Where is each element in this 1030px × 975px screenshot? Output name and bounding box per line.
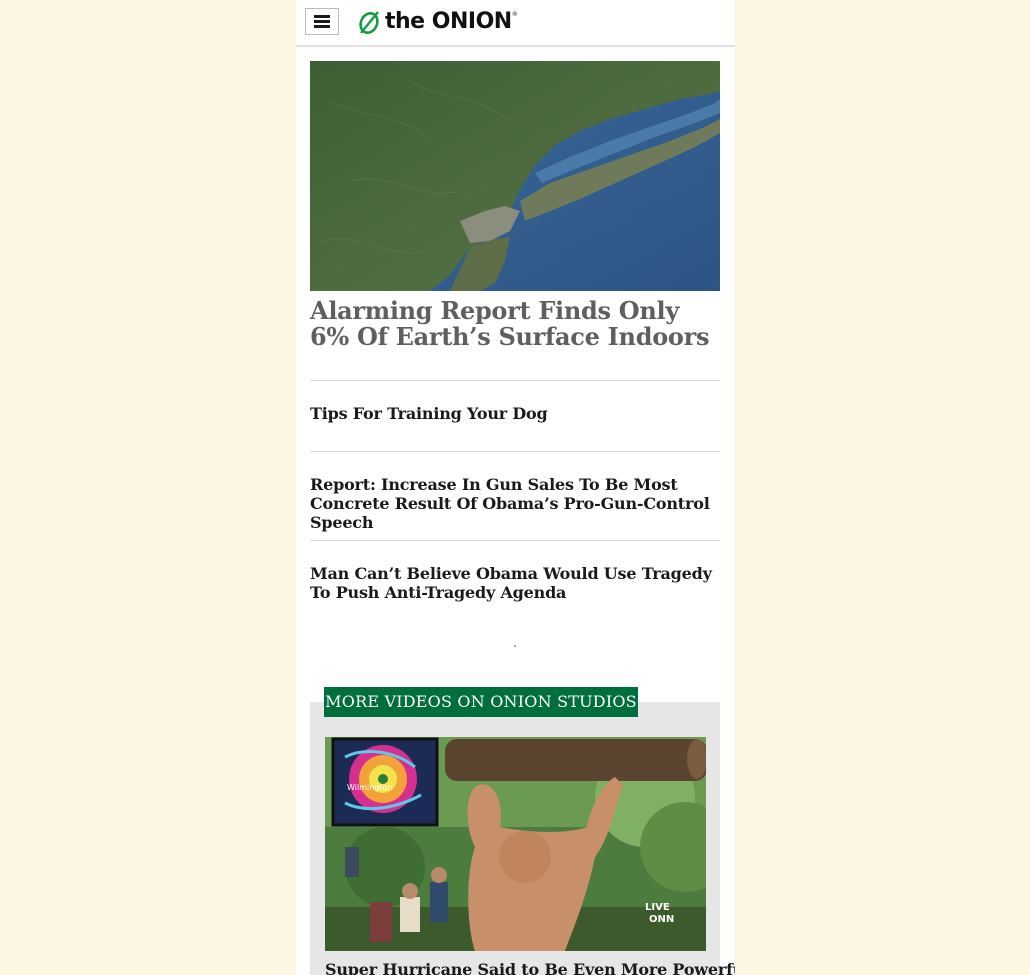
- onn-network-label: ONN: [649, 914, 674, 925]
- menu-button[interactable]: [305, 8, 339, 35]
- story-link[interactable]: Man Can’t Believe Obama Would Use Traged…: [310, 564, 720, 602]
- story-divider: [310, 540, 720, 541]
- onion-leaf-icon: [359, 11, 379, 34]
- the-onion-logo[interactable]: the ONION ®: [358, 7, 518, 37]
- live-label: LIVE: [645, 902, 670, 913]
- inset-city-label: Wilmington: [347, 783, 392, 792]
- story-link[interactable]: Tips For Training Your Dog: [310, 404, 720, 423]
- hamburger-menu-icon-line: [314, 25, 330, 28]
- logo-wordmark: the ONION: [385, 7, 512, 37]
- hero-image[interactable]: [310, 61, 720, 291]
- story-divider: [310, 380, 720, 381]
- loading-dot: [514, 645, 516, 647]
- story-divider: [310, 451, 720, 452]
- video-headline[interactable]: Super Hurricane Said to Be Even More Pow…: [325, 960, 735, 975]
- logo-onion: ONION: [431, 9, 512, 34]
- logo-the: the: [385, 9, 425, 34]
- more-videos-label[interactable]: MORE VIDEOS ON ONION STUDIOS: [324, 687, 638, 717]
- top-bar: the ONION ®: [296, 0, 735, 47]
- hamburger-menu-icon-line: [314, 20, 330, 23]
- page-column: the ONION ® Alarming Report Finds Only 6…: [296, 0, 735, 975]
- hero-headline[interactable]: Alarming Report Finds Only 6% Of Earth’s…: [310, 298, 720, 350]
- satellite-map-image: [310, 61, 720, 291]
- video-thumbnail-image: Wilmington LIVE ONN: [325, 737, 706, 951]
- video-thumbnail[interactable]: Wilmington LIVE ONN: [325, 737, 706, 951]
- logo-registered-mark: ®: [511, 11, 518, 18]
- story-link[interactable]: Report: Increase In Gun Sales To Be Most…: [310, 475, 720, 532]
- hamburger-menu-icon-line: [314, 15, 330, 18]
